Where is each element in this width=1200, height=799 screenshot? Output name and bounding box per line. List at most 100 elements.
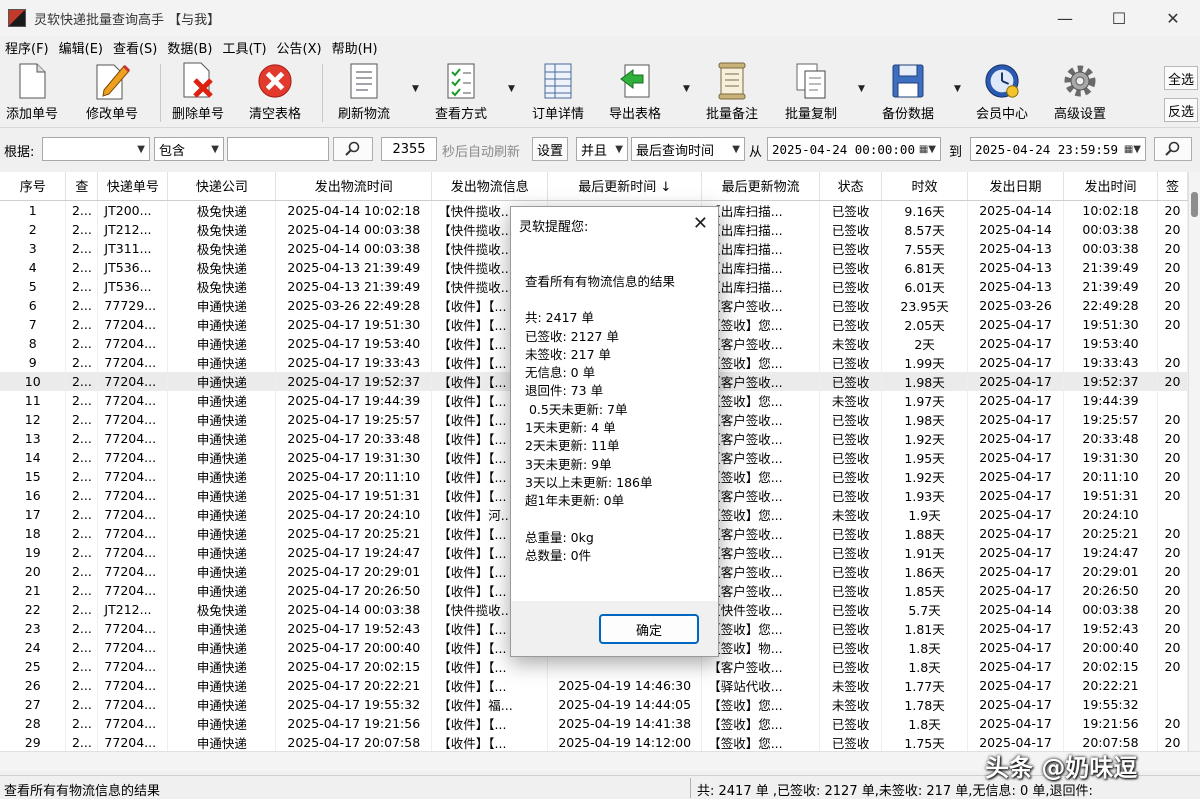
backup-data-button[interactable]: 备份数据	[882, 62, 934, 124]
add-number-button[interactable]: 添加单号	[6, 62, 58, 124]
menu-help[interactable]: 帮助(H)	[327, 38, 383, 57]
red-x-circle-icon	[257, 62, 293, 100]
chevron-down-icon[interactable]: ▼	[508, 84, 515, 94]
refresh-logistics-button[interactable]: 刷新物流	[338, 62, 390, 124]
menu-tools[interactable]: 工具(T)	[217, 38, 271, 57]
table-cell: 2...	[65, 542, 99, 562]
column-header[interactable]: 发出物流信息	[431, 172, 549, 201]
table-cell: 【客户签收...	[701, 333, 821, 353]
select-all-button[interactable]: 全选	[1164, 66, 1198, 90]
table-cell: 1.98天	[881, 371, 969, 391]
time-field-select[interactable]: 最后查询时间 ▼	[631, 137, 745, 161]
column-header[interactable]: 发出日期	[967, 172, 1064, 201]
chevron-down-icon: ▼	[615, 143, 623, 155]
view-mode-button[interactable]: 查看方式	[435, 62, 487, 124]
from-datetime-picker[interactable]: 2025-04-24 00:00:00 ▦▼	[767, 137, 941, 161]
table-row[interactable]: 26 2... 77204... 申通快递 2025-04-17 20:22:21 【收件…	[0, 675, 1188, 695]
table-cell: 20	[1157, 713, 1188, 733]
table-cell: 1	[0, 200, 67, 220]
menu-edit[interactable]: 编辑(E)	[54, 38, 108, 57]
menu-program[interactable]: 程序(F)	[0, 38, 54, 57]
table-cell: 已签收	[819, 618, 883, 638]
table-cell: 24	[0, 637, 67, 657]
table-cell: 申通快递	[167, 713, 277, 733]
column-header[interactable]: 状态	[819, 172, 883, 201]
table-cell: 2025-04-17 19:24:47	[275, 542, 433, 562]
basis-select[interactable]: ▼	[42, 137, 150, 161]
column-header[interactable]: 查	[65, 172, 99, 201]
set-interval-button[interactable]: 设置	[532, 137, 568, 161]
batch-copy-button[interactable]: 批量复制	[785, 62, 837, 124]
table-cell: 2...	[65, 656, 99, 676]
table-cell: 9	[0, 352, 67, 372]
menu-view[interactable]: 查看(S)	[108, 38, 162, 57]
edit-number-button[interactable]: 修改单号	[86, 62, 138, 124]
table-cell: 2025-04-17 20:33:48	[275, 428, 433, 448]
chevron-down-icon[interactable]: ▼	[683, 84, 690, 94]
table-cell: 77204...	[97, 371, 169, 391]
table-cell: 20:24:10	[1063, 504, 1158, 524]
date-search-button[interactable]	[1154, 137, 1192, 161]
table-cell: 2.05天	[881, 314, 969, 334]
table-cell: 【客户签收...	[701, 295, 821, 315]
chevron-down-icon[interactable]: ▼	[858, 84, 865, 94]
column-header[interactable]: 最后更新时间 ↓	[547, 172, 703, 201]
table-cell: 77204...	[97, 428, 169, 448]
table-cell: JT200...	[97, 200, 169, 220]
table-row[interactable]: 25 2... 77204... 申通快递 2025-04-17 20:02:15 【收件…	[0, 656, 1188, 676]
invert-selection-button[interactable]: 反选	[1164, 98, 1198, 122]
table-cell: 1.78天	[881, 694, 969, 714]
maximize-button[interactable]: ☐	[1092, 0, 1146, 36]
filter-bar: 根据: ▼ 包含 ▼ 2355 秒后自动刷新 设置 并且 ▼ 最后查询时间 ▼ 从 2…	[0, 130, 1200, 168]
order-detail-button[interactable]: 订单详情	[532, 62, 584, 124]
export-table-button[interactable]: 导出表格	[609, 62, 661, 124]
stat-line: 超1年未更新: 0单	[525, 493, 625, 509]
table-cell: 2025-04-14 10:02:18	[275, 200, 433, 220]
table-cell: JT311...	[97, 238, 169, 258]
batch-note-button[interactable]: 批量备注	[706, 62, 758, 124]
column-header[interactable]: 快递单号	[97, 172, 169, 201]
column-header[interactable]: 发出时间	[1063, 172, 1158, 201]
column-header[interactable]: 时效	[881, 172, 969, 201]
table-cell: 1.99天	[881, 352, 969, 372]
column-header[interactable]: 快递公司	[167, 172, 277, 201]
table-cell: 2...	[65, 580, 99, 600]
table-cell: 77204...	[97, 390, 169, 410]
table-cell: 19:55:32	[1063, 694, 1158, 714]
table-row[interactable]: 28 2... 77204... 申通快递 2025-04-17 19:21:56 【收件…	[0, 713, 1188, 733]
table-cell: 2...	[65, 561, 99, 581]
table-cell	[1157, 694, 1188, 714]
close-button[interactable]: ✕	[1146, 0, 1200, 36]
chevron-down-icon[interactable]: ▼	[412, 84, 419, 94]
chevron-down-icon[interactable]: ▼	[954, 84, 961, 94]
menu-data[interactable]: 数据(B)	[162, 38, 217, 57]
search-button[interactable]	[333, 137, 373, 161]
to-datetime-picker[interactable]: 2025-04-24 23:59:59 ▦▼	[970, 137, 1146, 161]
table-cell: 2...	[65, 599, 99, 619]
table-cell: 已签收	[819, 447, 883, 467]
table-row[interactable]: 27 2... 77204... 申通快递 2025-04-17 19:55:32 【收件…	[0, 694, 1188, 714]
minimize-button[interactable]: —	[1038, 0, 1092, 36]
scroll-note-icon	[714, 62, 750, 100]
dialog-close-icon[interactable]: ✕	[693, 213, 708, 234]
column-header[interactable]: 最后更新物流	[701, 172, 821, 201]
table-cell: 申通快递	[167, 390, 277, 410]
keyword-input[interactable]	[227, 137, 329, 161]
vertical-scrollbar[interactable]	[1188, 172, 1200, 751]
column-header[interactable]: 发出物流时间	[275, 172, 433, 201]
member-center-button[interactable]: 会员中心	[976, 62, 1028, 124]
scrollbar-thumb[interactable]	[1191, 192, 1198, 217]
delete-number-button[interactable]: 删除单号	[172, 62, 224, 124]
clear-table-button[interactable]: 清空表格	[249, 62, 301, 124]
match-select[interactable]: 包含 ▼	[154, 137, 224, 161]
table-cell: 77204...	[97, 694, 169, 714]
column-header[interactable]: 序号	[0, 172, 67, 201]
table-cell: 1.88天	[881, 523, 969, 543]
logic-select[interactable]: 并且 ▼	[576, 137, 628, 161]
advanced-settings-button[interactable]: 高级设置	[1054, 62, 1106, 124]
menu-notice[interactable]: 公告(X)	[272, 38, 327, 57]
export-arrow-icon	[617, 62, 653, 100]
ok-button[interactable]: 确定	[599, 614, 699, 644]
refresh-interval-input[interactable]: 2355	[381, 137, 437, 161]
column-header[interactable]: 签	[1157, 172, 1188, 201]
